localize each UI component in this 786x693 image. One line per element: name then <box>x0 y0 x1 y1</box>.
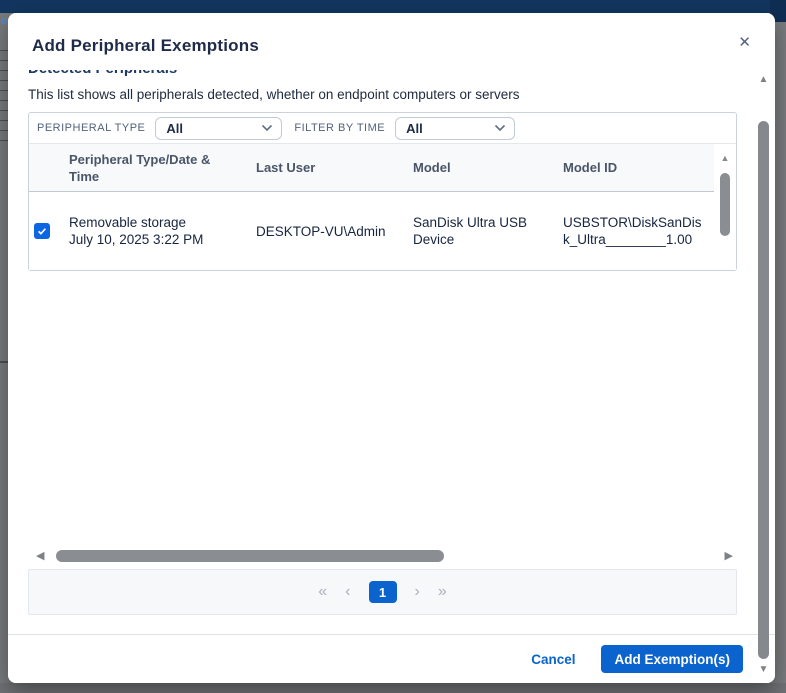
background-page-left-edge: o <box>0 13 8 683</box>
table-row: Removable storage July 10, 2025 3:22 PM … <box>29 192 714 270</box>
last-page-button[interactable]: » <box>438 584 447 600</box>
cancel-button[interactable]: Cancel <box>531 652 575 667</box>
previous-page-button[interactable]: ‹ <box>345 584 350 600</box>
filter-by-time-select-value: All <box>406 121 423 136</box>
section-description: This list shows all peripherals detected… <box>28 87 737 103</box>
filter-row: PERIPHERAL TYPE All FILTER BY TIME All <box>29 113 736 144</box>
background-partial-link-text: o <box>1 16 7 27</box>
peripheral-type-select-value: All <box>166 121 183 136</box>
detected-peripherals-panel: PERIPHERAL TYPE All FILTER BY TIME All P… <box>28 112 737 271</box>
table-scrollbar-thumb[interactable] <box>720 173 730 236</box>
background-top-nav-bar <box>0 0 786 13</box>
chevron-down-icon <box>494 124 506 132</box>
chevron-down-icon <box>261 124 273 132</box>
dialog-header: Add Peripheral Exemptions ✕ <box>8 13 775 70</box>
empty-space <box>28 271 737 545</box>
row-checkbox-checked[interactable] <box>34 223 50 239</box>
horizontal-scrollbar-thumb[interactable] <box>56 550 444 562</box>
date-time-value: July 10, 2025 3:22 PM <box>69 231 238 248</box>
dialog-scrollbar-thumb[interactable] <box>758 121 769 659</box>
close-icon[interactable]: ✕ <box>738 35 751 50</box>
peripheral-type-value: Removable storage <box>69 214 238 231</box>
scroll-up-arrow-icon[interactable]: ▲ <box>721 154 730 163</box>
next-page-button[interactable]: › <box>415 584 420 600</box>
column-header-model: Model <box>413 159 563 176</box>
dialog-footer: Cancel Add Exemption(s) <box>8 634 775 683</box>
column-header-model-id: Model ID <box>563 159 714 176</box>
peripheral-type-filter-label: PERIPHERAL TYPE <box>37 122 145 134</box>
table-vertical-scrollbar: ▲ <box>714 144 736 270</box>
scroll-right-arrow-icon[interactable]: ▶ <box>725 551 733 562</box>
scroll-down-arrow-icon[interactable]: ▼ <box>759 665 769 675</box>
peripheral-type-select[interactable]: All <box>155 117 282 140</box>
pagination: « ‹ 1 › » <box>28 569 737 615</box>
table-header-row: Peripheral Type/Date & Time Last User Mo… <box>29 144 714 192</box>
dialog-vertical-scrollbar: ▲ ▼ <box>757 75 770 675</box>
scroll-left-arrow-icon[interactable]: ◀ <box>36 551 44 562</box>
filter-by-time-label: FILTER BY TIME <box>294 122 385 134</box>
background-page-bottom-edge <box>0 683 786 693</box>
background-table-line <box>0 361 8 363</box>
add-exemptions-button[interactable]: Add Exemption(s) <box>601 645 743 673</box>
dialog-title: Add Peripheral Exemptions <box>32 36 259 56</box>
column-header-last-user: Last User <box>256 159 413 176</box>
background-table-lines <box>0 41 8 141</box>
cell-last-user: DESKTOP-VU\Admin <box>256 223 413 240</box>
horizontal-scrollbar-track[interactable] <box>54 550 714 562</box>
current-page-button[interactable]: 1 <box>369 581 397 603</box>
horizontal-scrollbar: ◀ ▶ <box>28 545 737 567</box>
cell-peripheral-type-datetime: Removable storage July 10, 2025 3:22 PM <box>69 214 256 248</box>
section-heading: Detected Peripherals <box>28 70 737 77</box>
add-peripheral-exemptions-dialog: Add Peripheral Exemptions ✕ Detected Per… <box>8 13 775 683</box>
cell-model-id: USBSTOR\DiskSanDisk_Ultra________1.00 <box>563 214 703 248</box>
scroll-up-arrow-icon[interactable]: ▲ <box>759 75 769 85</box>
column-header-peripheral-type: Peripheral Type/Date & Time <box>69 151 256 185</box>
filter-by-time-select[interactable]: All <box>395 117 515 140</box>
first-page-button[interactable]: « <box>318 584 327 600</box>
dialog-body: Detected Peripherals This list shows all… <box>8 70 775 634</box>
checkmark-icon <box>36 225 48 237</box>
peripherals-table: Peripheral Type/Date & Time Last User Mo… <box>29 144 736 270</box>
cell-model: SanDisk Ultra USB Device <box>413 214 548 248</box>
